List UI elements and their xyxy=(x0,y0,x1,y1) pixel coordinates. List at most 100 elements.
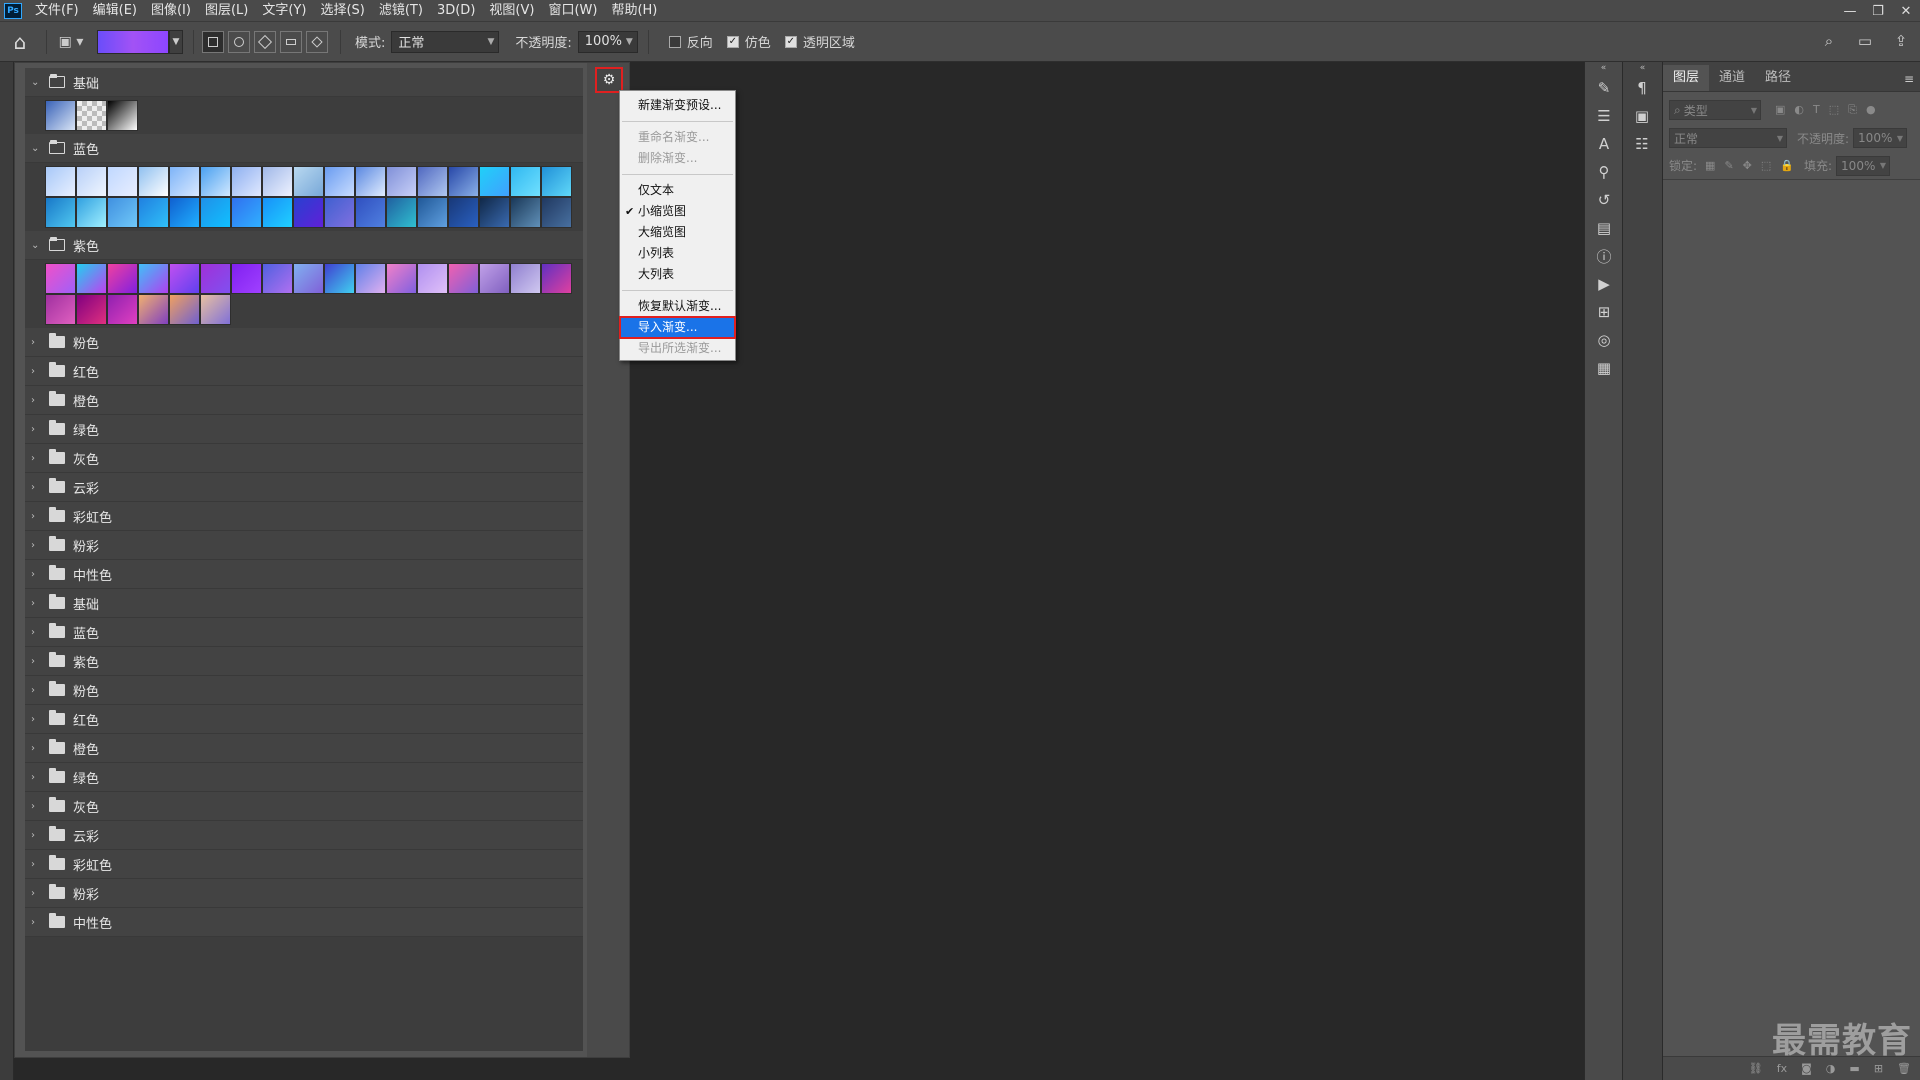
gradient-group-header[interactable]: › 粉彩 xyxy=(25,879,583,908)
gradient-group-header[interactable]: › 红色 xyxy=(25,357,583,386)
chevron-right-icon[interactable]: › xyxy=(31,337,45,348)
minimize-icon[interactable]: — xyxy=(1836,0,1864,22)
chevron-down-icon[interactable]: ⌄ xyxy=(31,77,45,88)
menu-item[interactable]: 导入渐变... xyxy=(619,316,736,339)
tool-preset-picker[interactable]: ▣ ▾ xyxy=(53,30,89,54)
new-layer-icon[interactable]: ⊞ xyxy=(1874,1062,1883,1075)
gradient-preset-swatch[interactable] xyxy=(262,166,293,197)
gradient-group-header[interactable]: › 中性色 xyxy=(25,560,583,589)
chevron-right-icon[interactable]: › xyxy=(31,453,45,464)
gradient-preset-swatch[interactable] xyxy=(169,294,200,325)
gradient-group-header[interactable]: › 基础 xyxy=(25,589,583,618)
gradient-preset-swatch[interactable] xyxy=(76,294,107,325)
gradient-group-header[interactable]: › 粉色 xyxy=(25,676,583,705)
gradient-preset-swatch[interactable] xyxy=(45,166,76,197)
gradient-preset-swatch[interactable] xyxy=(76,100,107,131)
gradient-preset-swatch[interactable] xyxy=(293,263,324,294)
pixel-filter-icon[interactable]: ▣ xyxy=(1775,103,1785,117)
gradient-preset-swatch[interactable] xyxy=(107,197,138,228)
gradient-preview-swatch[interactable] xyxy=(97,29,169,54)
gradient-preset-swatch[interactable] xyxy=(510,166,541,197)
paragraph-icon[interactable]: ¶ xyxy=(1623,74,1661,102)
gradient-preset-swatch[interactable] xyxy=(448,197,479,228)
menu-item[interactable]: 新建渐变预设... xyxy=(620,95,735,116)
3d-icon[interactable]: ◎ xyxy=(1585,326,1623,354)
reverse-checkbox[interactable]: 反向 xyxy=(668,32,713,51)
add-mask-icon[interactable]: ◙ xyxy=(1801,1062,1812,1075)
gradient-preset-swatch[interactable] xyxy=(76,166,107,197)
gradient-preset-swatch[interactable] xyxy=(541,197,572,228)
gradient-preset-swatch[interactable] xyxy=(448,263,479,294)
gradient-preset-swatch[interactable] xyxy=(138,263,169,294)
lock-transparent-icon[interactable]: ▦ xyxy=(1705,159,1715,172)
gradient-preset-swatch[interactable] xyxy=(231,166,262,197)
gradient-preset-swatch[interactable] xyxy=(45,100,76,131)
menu-item[interactable]: 窗口(W) xyxy=(541,0,604,22)
chevron-right-icon[interactable]: › xyxy=(31,511,45,522)
chevron-right-icon[interactable]: › xyxy=(31,888,45,899)
angle-gradient-button[interactable] xyxy=(254,30,276,53)
new-group-icon[interactable]: ▬ xyxy=(1849,1062,1859,1075)
gradient-preset-swatch[interactable] xyxy=(262,263,293,294)
chevron-right-icon[interactable]: › xyxy=(31,366,45,377)
chevron-right-icon[interactable]: › xyxy=(31,859,45,870)
menu-item[interactable]: 文字(Y) xyxy=(255,0,313,22)
layer-style-icon[interactable]: fx xyxy=(1777,1062,1787,1075)
gradient-group-header[interactable]: › 红色 xyxy=(25,705,583,734)
gradient-preset-swatch[interactable] xyxy=(107,166,138,197)
gradient-preset-swatch[interactable] xyxy=(45,294,76,325)
gradient-group-header[interactable]: › 彩虹色 xyxy=(25,850,583,879)
home-icon[interactable]: ⌂ xyxy=(0,26,40,58)
gradient-preset-swatch[interactable] xyxy=(510,197,541,228)
gradient-preset-swatch[interactable] xyxy=(324,263,355,294)
chevron-right-icon[interactable]: › xyxy=(31,830,45,841)
menu-item[interactable]: ✔ 小缩览图 xyxy=(620,201,735,222)
gradient-group-header[interactable]: › 灰色 xyxy=(25,792,583,821)
tools-strip-collapsed[interactable] xyxy=(0,62,14,1080)
gradient-group-header[interactable]: › 粉色 xyxy=(25,328,583,357)
gradient-preset-swatch[interactable] xyxy=(169,197,200,228)
canvas-area[interactable] xyxy=(630,62,1584,1080)
linear-gradient-button[interactable] xyxy=(202,30,224,53)
chevron-right-icon[interactable]: › xyxy=(31,743,45,754)
menu-item[interactable]: 小列表 xyxy=(620,243,735,264)
gradient-picker[interactable]: ▼ xyxy=(97,29,183,55)
gradient-group-header[interactable]: ⌄ 紫色 xyxy=(25,231,583,260)
chevron-right-icon[interactable]: › xyxy=(31,656,45,667)
gradient-preset-swatch[interactable] xyxy=(107,294,138,325)
panel-menu-icon[interactable]: ≡ xyxy=(1904,72,1914,86)
filter-toggle-icon[interactable]: ● xyxy=(1866,103,1876,117)
lock-artboard-icon[interactable]: ⬚ xyxy=(1761,159,1771,172)
shape-filter-icon[interactable]: ⬚ xyxy=(1829,103,1839,117)
gradient-preset-swatch[interactable] xyxy=(76,197,107,228)
table-grid-icon[interactable]: ▦ xyxy=(1585,354,1623,382)
adjustment-filter-icon[interactable]: ◐ xyxy=(1794,103,1804,117)
adjustments-icon[interactable]: ☰ xyxy=(1585,102,1623,130)
chevron-down-icon[interactable]: ▼ xyxy=(169,29,183,54)
gradient-preset-swatch[interactable] xyxy=(200,166,231,197)
share-icon[interactable]: ⇪ xyxy=(1890,30,1912,52)
search-icon[interactable]: ⌕ xyxy=(1818,30,1840,52)
gradient-preset-swatch[interactable] xyxy=(324,166,355,197)
reverse-checkbox-box[interactable] xyxy=(668,35,681,48)
menu-item[interactable]: 恢复默认渐变... xyxy=(620,296,735,317)
gradient-preset-list[interactable]: ⌄ 基础 ⌄ 蓝色 ⌄ 紫色 › 粉色 › 红色 › 橙色 › 绿色 › 灰色 › 云彩 › 彩虹色 › 粉彩 › 中性色 › 基… xyxy=(25,68,583,1051)
chevron-right-icon[interactable]: › xyxy=(31,540,45,551)
menu-item[interactable]: 3D(D) xyxy=(430,0,482,22)
chevron-right-icon[interactable]: › xyxy=(31,598,45,609)
notes-icon[interactable]: ☷ xyxy=(1623,130,1661,158)
chevron-right-icon[interactable]: › xyxy=(31,424,45,435)
swatches-icon[interactable]: ▣ xyxy=(1623,102,1661,130)
gradient-preset-swatch[interactable] xyxy=(386,197,417,228)
gradient-preset-swatch[interactable] xyxy=(386,263,417,294)
chevron-right-icon[interactable]: › xyxy=(31,395,45,406)
gradient-group-header[interactable]: › 绿色 xyxy=(25,763,583,792)
chevron-right-icon[interactable]: › xyxy=(31,714,45,725)
gradient-preset-swatch[interactable] xyxy=(479,166,510,197)
chevron-right-icon[interactable]: › xyxy=(31,482,45,493)
libraries-icon[interactable]: ▤ xyxy=(1585,214,1623,242)
layers-panel-tab[interactable]: 路径 xyxy=(1755,65,1801,91)
collapse-arrows-icon[interactable]: « xyxy=(1585,62,1622,74)
menu-item[interactable]: 帮助(H) xyxy=(604,0,664,22)
gradient-preset-swatch[interactable] xyxy=(138,166,169,197)
